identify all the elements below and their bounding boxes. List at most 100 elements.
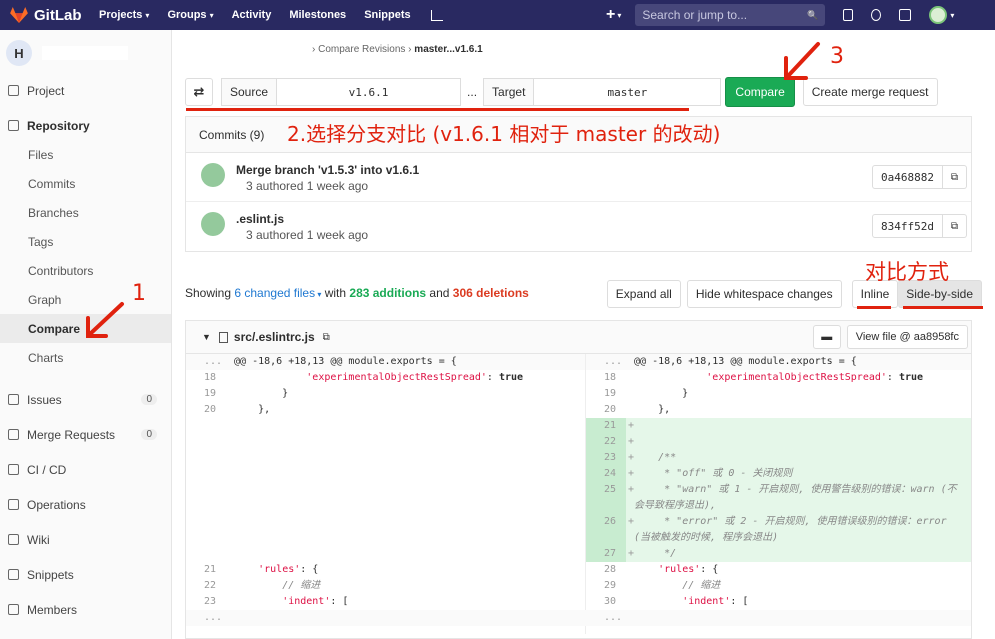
line-number[interactable]: 25 [586, 482, 626, 498]
line-number[interactable]: 24 [586, 466, 626, 482]
top-right: + ▾ Search or jump to... 🔍 ▾ [606, 0, 954, 30]
line-number[interactable]: ... [586, 610, 626, 626]
line-number[interactable]: 18 [186, 370, 226, 386]
code-line: 'indent': [ [282, 596, 349, 607]
commit-sha[interactable]: 0a468882 [872, 165, 943, 189]
sidebar-item-merge-requests[interactable]: Merge Requests 0 [0, 417, 171, 452]
file-icon [218, 331, 228, 343]
file-name[interactable]: src/.eslintrc.js [234, 330, 315, 344]
issues-icon [8, 394, 19, 405]
line-number[interactable]: ... [586, 354, 626, 370]
sidebar-item-project[interactable]: Project [0, 76, 171, 105]
merge-request-icon[interactable] [871, 9, 882, 21]
fold-row: ... [186, 610, 586, 626]
nav-milestones[interactable]: Milestones [289, 9, 346, 21]
project-name-redacted [42, 46, 128, 60]
line-number[interactable]: 19 [586, 386, 626, 402]
file-header: ▼ src/.eslintrc.js ⧉ ▬ View file @ aa895… [186, 321, 971, 354]
line-number[interactable] [586, 498, 626, 514]
source-revision-dropdown[interactable]: v1.6.1 [277, 78, 462, 106]
line-number[interactable]: 21 [186, 562, 226, 578]
swap-revisions-button[interactable]: ⇄ [185, 78, 213, 106]
todo-icon[interactable] [899, 9, 912, 21]
line-number[interactable]: 21 [586, 418, 626, 434]
line-number[interactable]: 19 [186, 386, 226, 402]
view-file-button[interactable]: View file @ aa8958fc [846, 325, 968, 349]
annotation-number-1: 1 [132, 281, 146, 306]
line-number[interactable]: ... [186, 610, 226, 626]
sidebar-sub-branches[interactable]: Branches [0, 198, 171, 227]
users-icon [8, 604, 19, 615]
comment-icon[interactable]: ▬ [812, 325, 841, 349]
sidebar-sub-tags[interactable]: Tags [0, 227, 171, 256]
sidebar-item-wiki[interactable]: Wiki [0, 522, 171, 557]
nav-snippets[interactable]: Snippets [364, 9, 410, 21]
line-number[interactable]: 27 [586, 546, 626, 562]
hide-whitespace-button[interactable]: Hide whitespace changes [686, 280, 842, 308]
breadcrumb-parent[interactable]: Compare Revisions [318, 44, 405, 55]
changed-files-dropdown[interactable]: 6 changed files [234, 286, 315, 300]
sidebar-item-operations[interactable]: Operations [0, 487, 171, 522]
commit-sha[interactable]: 834ff52d [872, 214, 943, 238]
line-number[interactable]: 29 [586, 578, 626, 594]
nav-projects[interactable]: Projects ▾ [99, 9, 149, 21]
sidebar-sub-charts[interactable]: Charts [0, 343, 171, 372]
code-line: 会导致程序退出), [634, 500, 717, 511]
gitlab-logo[interactable]: GitLab [10, 7, 88, 24]
compare-dots: ... [467, 85, 478, 99]
line-number[interactable]: 23 [186, 594, 226, 610]
code-line: 'rules': { [658, 564, 719, 575]
sidebar-sub-commits[interactable]: Commits [0, 169, 171, 198]
sidebar-item-members[interactable]: Members [0, 592, 171, 627]
avatar[interactable] [929, 6, 948, 24]
target-revision-dropdown[interactable]: master [534, 78, 722, 106]
code-line: } [628, 388, 689, 399]
search-placeholder: Search or jump to... [642, 8, 748, 22]
rocket-icon [8, 464, 19, 475]
sidebar-item-ci-cd[interactable]: CI / CD [0, 452, 171, 487]
code-line: + /** [628, 452, 677, 463]
nav-activity[interactable]: Activity [232, 9, 272, 21]
line-number[interactable]: 20 [586, 402, 626, 418]
target-label: Target [483, 78, 535, 106]
line-number[interactable]: 26 [586, 514, 626, 530]
issues-icon[interactable] [843, 9, 854, 21]
commit-title[interactable]: .eslint.js [236, 212, 284, 226]
nav-groups[interactable]: Groups ▾ [167, 9, 213, 21]
project-header[interactable]: H [0, 30, 171, 76]
plus-icon[interactable]: + [606, 6, 615, 24]
breadcrumb-separator: › [408, 44, 412, 55]
commit-title[interactable]: Merge branch 'v1.5.3' into v1.6.1 [236, 163, 419, 177]
line-number[interactable]: 23 [586, 450, 626, 466]
chart-icon[interactable] [430, 9, 443, 21]
sidebar-item-issues[interactable]: Issues 0 [0, 382, 171, 417]
table-row: 25 + * "warn" 或 1 - 开启规则, 使用警告级别的错误：warn … [586, 482, 971, 498]
table-row: 18 'experimentalObjectRestSpread': true [186, 370, 586, 386]
expand-all-button[interactable]: Expand all [606, 280, 681, 308]
stats-text: with [324, 286, 347, 300]
line-number[interactable]: 28 [586, 562, 626, 578]
line-number[interactable]: 22 [186, 578, 226, 594]
line-number[interactable]: 18 [586, 370, 626, 386]
copy-icon[interactable]: ⧉ [323, 332, 330, 343]
line-number[interactable]: 22 [586, 434, 626, 450]
sidebar-item-repository[interactable]: Repository [0, 111, 171, 140]
line-number[interactable]: ... [186, 354, 226, 370]
chevron-down-icon: ▾ [315, 290, 322, 299]
sidebar-item-snippets[interactable]: Snippets [0, 557, 171, 592]
table-row: 22 + [586, 434, 971, 450]
line-number[interactable] [586, 530, 626, 546]
copy-icon[interactable]: ⧉ [943, 214, 967, 238]
code-line: + * "warn" 或 1 - 开启规则, 使用警告级别的错误：warn (不 [628, 484, 957, 495]
table-row: 21 + [586, 418, 971, 434]
cloud-icon [8, 499, 19, 510]
code-line: + [628, 420, 635, 431]
commit-meta: 3 authored 1 week ago [246, 179, 369, 193]
line-number[interactable]: 30 [586, 594, 626, 610]
collapse-caret-icon[interactable]: ▼ [202, 332, 211, 342]
copy-icon[interactable]: ⧉ [943, 165, 967, 189]
line-number[interactable]: 20 [186, 402, 226, 418]
sidebar-sub-files[interactable]: Files [0, 140, 171, 169]
search-input[interactable]: Search or jump to... 🔍 [635, 4, 826, 26]
table-row: 23 + /** [586, 450, 971, 466]
